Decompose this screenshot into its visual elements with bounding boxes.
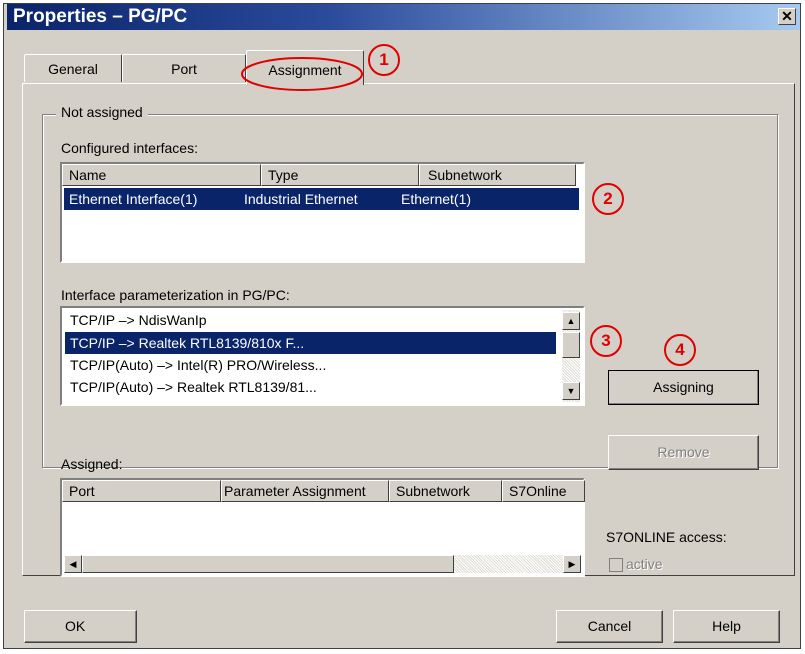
remove-button[interactable]: Remove bbox=[608, 435, 759, 470]
configured-interfaces-list[interactable]: Name Type Subnetwork Ethernet Interface(… bbox=[60, 162, 585, 263]
tab-general[interactable]: General bbox=[24, 54, 122, 82]
help-button[interactable]: Help bbox=[673, 610, 780, 643]
table-row-selected[interactable]: Ethernet Interface(1) Industrial Etherne… bbox=[64, 188, 579, 210]
scrollbar-thumb[interactable] bbox=[562, 332, 580, 358]
scroll-right-button[interactable]: ▶ bbox=[563, 555, 581, 573]
scroll-left-button[interactable]: ◀ bbox=[64, 555, 82, 573]
assigning-button[interactable]: Assigning bbox=[608, 370, 759, 405]
cancel-button[interactable]: Cancel bbox=[556, 610, 663, 643]
assignment-highlight-ellipse bbox=[241, 57, 363, 91]
title-bar[interactable]: Properties – PG/PC ✕ bbox=[7, 4, 800, 30]
list-item[interactable]: TCP/IP –> NdisWanIp bbox=[70, 309, 207, 331]
scroll-up-button[interactable]: ▲ bbox=[562, 312, 580, 330]
list-item[interactable]: TCP/IP(Auto) –> Realtek RTL8139/81... bbox=[70, 376, 317, 398]
horizontal-scrollbar-thumb[interactable] bbox=[82, 555, 454, 573]
callout-4: 4 bbox=[664, 334, 696, 366]
column-header-subnetwork[interactable]: Subnetwork bbox=[419, 164, 576, 186]
column-header-s7online[interactable]: S7Online bbox=[502, 480, 585, 502]
assigned-label: Assigned: bbox=[61, 456, 123, 472]
callout-2: 2 bbox=[592, 183, 624, 215]
list-item[interactable]: TCP/IP(Auto) –> Intel(R) PRO/Wireless... bbox=[70, 354, 326, 376]
close-button[interactable]: ✕ bbox=[778, 8, 796, 25]
callout-3: 3 bbox=[590, 325, 622, 357]
assigned-list[interactable]: Port Parameter Assignment Subnetwork S7O… bbox=[60, 478, 585, 577]
parameterization-list[interactable]: TCP/IP –> NdisWanIp TCP/IP –> Realtek RT… bbox=[60, 306, 585, 406]
cell-type: Industrial Ethernet bbox=[244, 191, 358, 207]
column-header-port[interactable]: Port bbox=[62, 480, 221, 502]
column-header-name[interactable]: Name bbox=[62, 164, 261, 186]
tab-port[interactable]: Port bbox=[122, 54, 246, 82]
list-item-selected[interactable]: TCP/IP –> Realtek RTL8139/810x F... bbox=[65, 332, 556, 354]
column-header-type[interactable]: Type bbox=[261, 164, 419, 186]
column-header-subnetwork[interactable]: Subnetwork bbox=[389, 480, 502, 502]
not-assigned-group-label: Not assigned bbox=[56, 104, 148, 120]
window-title: Properties – PG/PC bbox=[13, 6, 188, 27]
active-checkbox[interactable] bbox=[609, 558, 623, 572]
ok-button[interactable]: OK bbox=[24, 610, 137, 643]
column-header-parameter-assignment[interactable]: Parameter Assignment bbox=[221, 480, 389, 502]
active-checkbox-label: active bbox=[626, 556, 663, 572]
scroll-down-button[interactable]: ▼ bbox=[562, 382, 580, 400]
s7online-access-label: S7ONLINE access: bbox=[606, 529, 727, 545]
callout-1: 1 bbox=[368, 44, 400, 76]
parameterization-label: Interface parameterization in PG/PC: bbox=[61, 287, 290, 303]
cell-name: Ethernet Interface(1) bbox=[69, 191, 198, 207]
cell-subnetwork: Ethernet(1) bbox=[401, 191, 472, 207]
configured-interfaces-label: Configured interfaces: bbox=[61, 140, 198, 156]
